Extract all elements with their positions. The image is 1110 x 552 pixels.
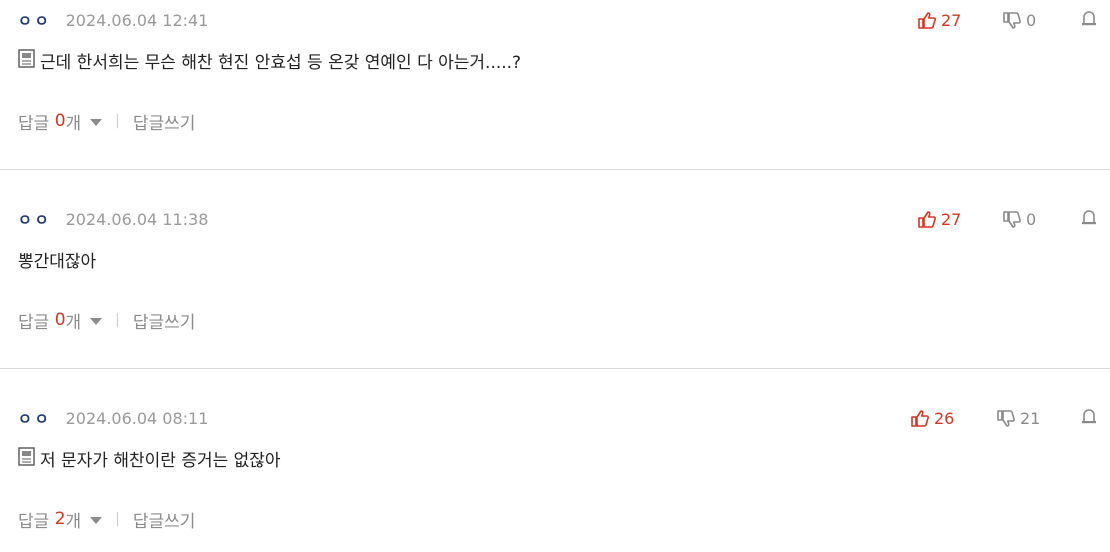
dislike-count: 21 — [1020, 408, 1041, 428]
comment-date: 2024.06.04 12:41 — [65, 10, 209, 30]
comment-body: 근데 한서희는 무슨 해찬 현진 안효섭 등 온갖 연예인 다 아는거.....… — [40, 53, 522, 73]
dislike-button[interactable]: 0 — [1003, 207, 1036, 231]
write-reply-button[interactable]: 답글쓰기 — [133, 109, 196, 134]
separator: | — [115, 312, 120, 328]
reply-label: 답글 — [18, 312, 50, 333]
chevron-down-icon — [90, 119, 103, 126]
comment-item: ㅇㅇ 2024.06.04 12:41 27 0 근데 한서희는 무슨 해찬 현… — [0, 8, 1110, 158]
reply-unit: 개 — [65, 511, 82, 532]
report-button[interactable] — [1081, 10, 1099, 30]
reply-label: 답글 — [18, 511, 50, 532]
like-button[interactable]: 27 — [918, 8, 961, 32]
comment-meta: ㅇㅇ 2024.06.04 12:41 — [18, 8, 208, 32]
reply-count: 2 — [54, 509, 66, 529]
comment-author[interactable]: ㅇㅇ — [18, 408, 52, 429]
comment-text: 근데 한서희는 무슨 해찬 현진 안효섭 등 온갖 연예인 다 아는거.....… — [18, 48, 521, 73]
siren-icon — [1082, 210, 1096, 225]
reply-toggle-button[interactable]: 답글 0개 — [18, 308, 103, 333]
comment-body: 저 문자가 해찬이란 증거는 없잖아 — [40, 451, 281, 471]
reply-bar: 답글 0개 | 답글쓰기 — [18, 108, 195, 134]
like-button[interactable]: 27 — [918, 207, 961, 231]
like-count: 26 — [934, 408, 955, 428]
reply-label: 답글 — [18, 113, 50, 134]
thumbs-up-icon — [918, 210, 936, 228]
reply-toggle-button[interactable]: 답글 2개 — [18, 507, 103, 532]
comment-author[interactable]: ㅇㅇ — [18, 209, 52, 230]
comment-text: 뽕간대잖아 — [18, 247, 96, 272]
reply-toggle-button[interactable]: 답글 0개 — [18, 109, 103, 134]
dislike-count: 0 — [1026, 10, 1037, 30]
write-reply-button[interactable]: 답글쓰기 — [133, 507, 196, 532]
siren-icon — [1082, 409, 1096, 424]
comment-item: ㅇㅇ 2024.06.04 11:38 27 0 뽕간대잖아 답글 0개 | 답… — [0, 207, 1110, 357]
report-button[interactable] — [1081, 209, 1099, 229]
comment-meta: ㅇㅇ 2024.06.04 11:38 — [18, 207, 208, 231]
divider — [0, 368, 1110, 369]
dislike-button[interactable]: 0 — [1003, 8, 1036, 32]
thumbs-down-icon — [1003, 11, 1021, 29]
comment-date: 2024.06.04 11:38 — [65, 209, 209, 229]
chevron-down-icon — [90, 517, 103, 524]
like-count: 27 — [941, 10, 962, 30]
report-button[interactable] — [1081, 408, 1099, 428]
thumbs-down-icon — [1003, 210, 1021, 228]
comment-meta: ㅇㅇ 2024.06.04 08:11 — [18, 406, 208, 430]
comment-body: 뽕간대잖아 — [18, 252, 97, 272]
like-count: 27 — [941, 209, 962, 229]
reply-unit: 개 — [65, 113, 82, 134]
write-reply-button[interactable]: 답글쓰기 — [133, 308, 196, 333]
reply-count: 0 — [54, 310, 66, 330]
like-button[interactable]: 26 — [911, 406, 954, 430]
reply-count: 0 — [54, 111, 66, 131]
chevron-down-icon — [90, 318, 103, 325]
thumbs-up-icon — [918, 11, 936, 29]
separator: | — [115, 511, 120, 527]
separator: | — [115, 113, 120, 129]
thumbs-up-icon — [911, 409, 929, 427]
dislike-count: 0 — [1026, 209, 1037, 229]
comment-date: 2024.06.04 08:11 — [65, 408, 209, 428]
comment-author[interactable]: ㅇㅇ — [18, 10, 52, 31]
document-icon — [18, 48, 35, 73]
reply-unit: 개 — [65, 312, 82, 333]
siren-icon — [1082, 11, 1096, 26]
divider — [0, 169, 1110, 170]
thumbs-down-icon — [997, 409, 1015, 427]
dislike-button[interactable]: 21 — [997, 406, 1040, 430]
comment-text: 저 문자가 해찬이란 증거는 없잖아 — [18, 446, 281, 471]
reply-bar: 답글 0개 | 답글쓰기 — [18, 307, 195, 333]
comment-item: ㅇㅇ 2024.06.04 08:11 26 21 저 문자가 해찬이란 증거는… — [0, 406, 1110, 552]
reply-bar: 답글 2개 | 답글쓰기 — [18, 506, 195, 532]
document-icon — [18, 446, 35, 471]
